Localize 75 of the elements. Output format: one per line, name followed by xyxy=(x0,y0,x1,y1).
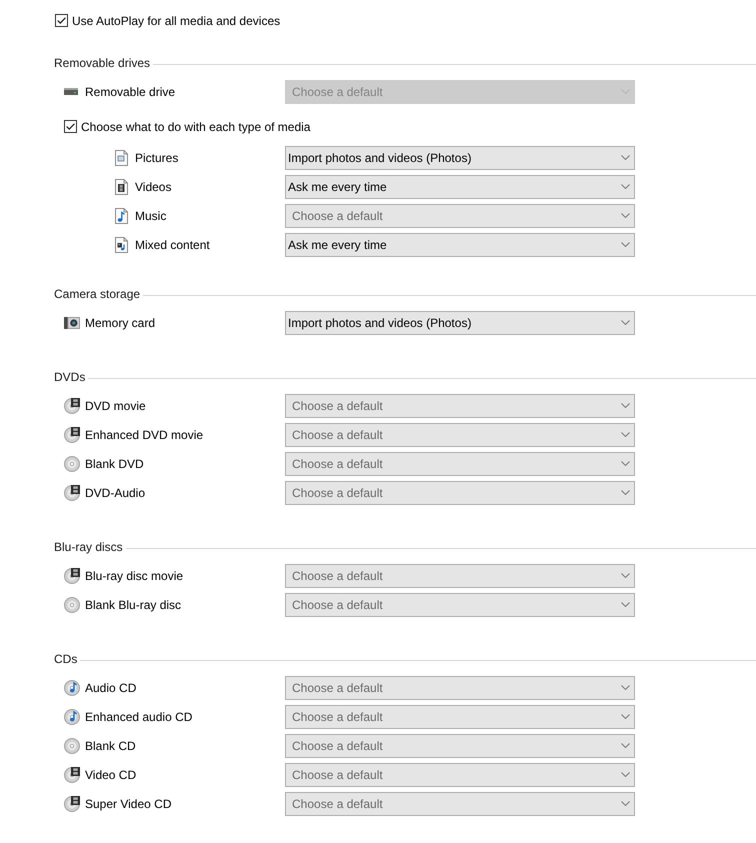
dropdown[interactable]: Ask me every time xyxy=(285,174,635,198)
chevron-icon xyxy=(621,714,630,719)
section-heading: Blu-ray discs xyxy=(54,540,123,554)
dropdown[interactable]: Choose a default xyxy=(285,734,635,758)
dropdown[interactable]: Choose a default xyxy=(285,422,635,446)
dropdown[interactable]: Choose a default xyxy=(285,480,635,504)
dropdown[interactable]: Import photos and videos (Photos) xyxy=(285,146,635,170)
dropdown[interactable]: Choose a default xyxy=(285,762,635,786)
chevron-icon xyxy=(621,432,630,437)
film-disc-icon xyxy=(64,796,80,812)
film-disc-icon xyxy=(64,568,80,584)
dropdown[interactable]: Choose a default xyxy=(285,564,635,588)
section-heading: Camera storage xyxy=(54,287,140,301)
music-disc-icon xyxy=(64,680,80,696)
chevron-icon xyxy=(621,801,630,806)
film-disc-icon xyxy=(64,398,80,414)
media-label: Enhanced DVD movie xyxy=(85,428,204,442)
film-disc-icon xyxy=(64,426,80,442)
chevron-icon xyxy=(621,772,630,777)
media-label: Blank CD xyxy=(85,738,137,752)
drive-icon xyxy=(64,88,78,95)
disc-icon xyxy=(64,596,80,612)
film-disc-icon xyxy=(64,484,80,500)
media-label: DVD-Audio xyxy=(85,486,146,500)
dropdown[interactable]: Choose a default xyxy=(285,676,635,700)
chevron-icon xyxy=(621,184,630,189)
dropdown[interactable]: Ask me every time xyxy=(285,232,635,256)
media-label: Mixed content xyxy=(135,238,211,252)
picture-file-icon xyxy=(115,150,128,166)
media-label: Music xyxy=(135,208,168,222)
camera-icon xyxy=(64,316,80,328)
media-label: Audio CD xyxy=(85,680,138,694)
media-label: Video CD xyxy=(85,768,138,782)
media-label: Videos xyxy=(135,180,172,194)
chevron-icon xyxy=(621,213,630,218)
media-label: DVD movie xyxy=(85,398,147,412)
media-label: Pictures xyxy=(135,150,180,164)
checkbox[interactable] xyxy=(64,120,77,133)
music-file-icon xyxy=(115,208,128,224)
disc-icon xyxy=(64,738,80,754)
film-file-icon xyxy=(115,178,128,194)
dropdown[interactable]: Choose a default xyxy=(285,704,635,728)
chevron-icon xyxy=(621,573,630,578)
dropdown[interactable]: Choose a default xyxy=(285,452,635,476)
chevron-icon xyxy=(621,242,630,247)
section-heading: CDs xyxy=(54,652,78,666)
film-disc-icon xyxy=(64,766,80,782)
media-label: Removable drive xyxy=(85,84,176,98)
media-label: Enhanced audio CD xyxy=(85,710,194,724)
section-heading: DVDs xyxy=(54,370,86,384)
dropdown[interactable]: Choose a default xyxy=(285,592,635,616)
dropdown[interactable]: Choose a default xyxy=(285,204,635,228)
chevron-icon xyxy=(621,685,630,690)
mixed-file-icon xyxy=(115,236,128,252)
section-heading: Removable drives xyxy=(54,56,150,70)
chevron-icon xyxy=(621,461,630,466)
chevron-icon xyxy=(621,403,630,408)
media-label: Memory card xyxy=(85,316,156,330)
chevron-icon xyxy=(621,155,630,160)
media-label: Blu-ray disc movie xyxy=(85,568,184,582)
chevron-icon xyxy=(621,490,630,495)
chevron-icon xyxy=(621,320,630,325)
checkbox-label[interactable]: Use AutoPlay for all media and devices xyxy=(72,14,280,28)
media-label: Super Video CD xyxy=(85,796,172,810)
music-disc-icon xyxy=(64,708,80,724)
disc-icon xyxy=(64,456,80,472)
media-label: Blank DVD xyxy=(85,456,145,470)
checkbox-label[interactable]: Choose what to do with each type of media xyxy=(81,120,310,134)
dropdown[interactable]: Import photos and videos (Photos) xyxy=(285,310,635,334)
dropdown[interactable]: Choose a default xyxy=(285,792,635,816)
chevron-icon xyxy=(621,743,630,748)
media-label: Blank Blu-ray disc xyxy=(85,598,182,612)
chevron-icon xyxy=(621,602,630,607)
checkbox[interactable] xyxy=(55,14,68,27)
dropdown[interactable]: Choose a default xyxy=(285,394,635,418)
